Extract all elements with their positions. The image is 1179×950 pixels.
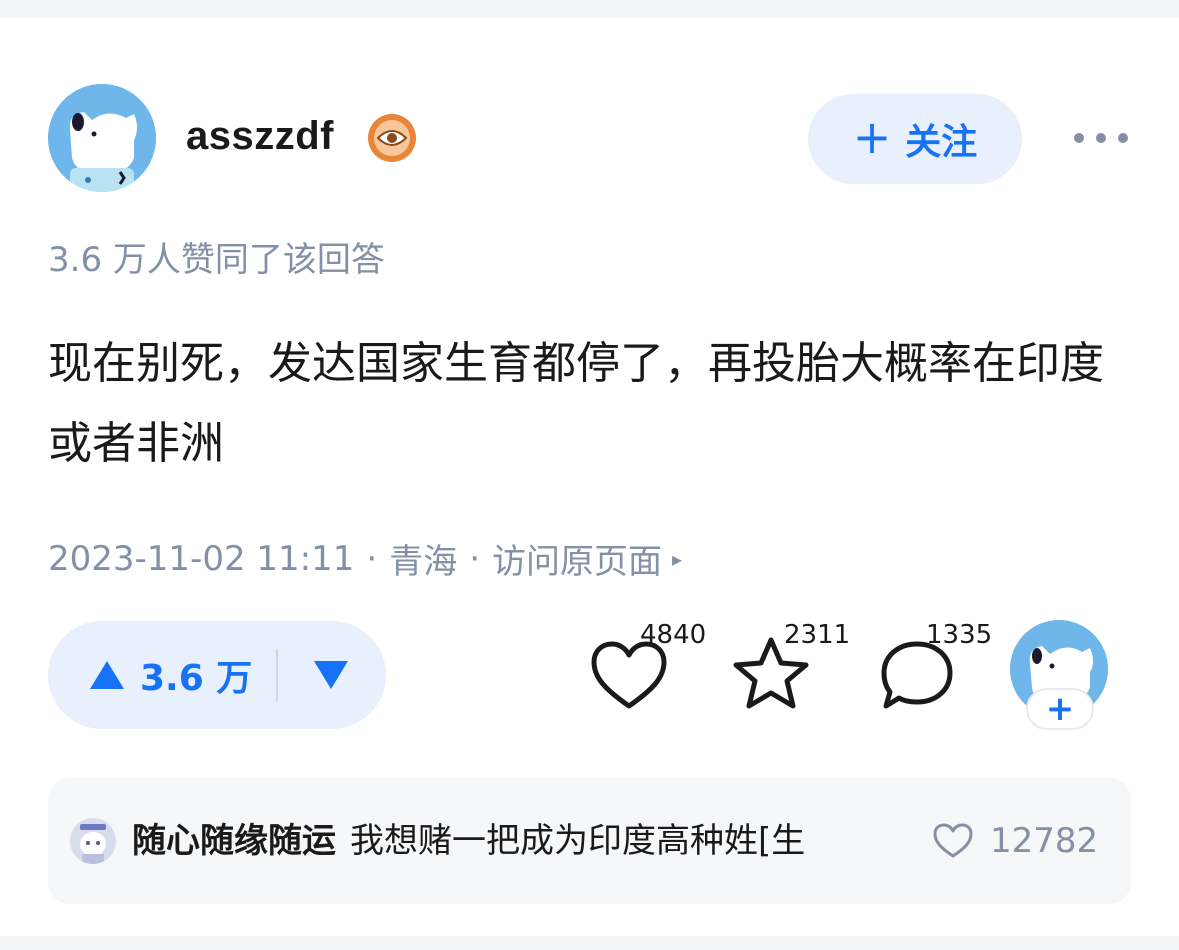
author-username[interactable]: asszzdf <box>186 114 334 159</box>
more-dots-icon[interactable] <box>1074 118 1128 158</box>
downvote-button[interactable] <box>306 621 356 729</box>
comment-button[interactable]: 1335 <box>878 618 998 718</box>
triangle-down-icon <box>314 661 348 689</box>
view-original-link[interactable]: 访问原页面 <box>492 534 662 583</box>
vote-control: 3.6 万 <box>48 621 386 729</box>
author-avatar[interactable] <box>48 84 156 192</box>
favorite-count: 2311 <box>784 620 851 650</box>
upvote-summary: 3.6 万人赞同了该回答 <box>48 240 385 280</box>
heart-icon <box>591 641 667 709</box>
comment-content: 随心随缘随运 我想赌一把成为印度高种姓[生 <box>132 816 922 866</box>
meta-separator: · <box>366 538 378 579</box>
comment-fade <box>868 816 924 866</box>
answer-card: asszzdf + 关注 3.6 万人赞同了该回答 现在别死，发达国家生育都停了… <box>0 18 1179 936</box>
comment-like-button[interactable]: 12782 <box>932 816 1098 866</box>
link-arrow-icon: ▸ <box>672 546 683 571</box>
follow-button[interactable]: + 关注 <box>808 94 1022 184</box>
vote-divider <box>276 649 278 701</box>
comment-body: 我想赌一把成为印度高种姓[生 <box>350 821 806 861</box>
comment-like-count: 12782 <box>990 821 1099 861</box>
answer-meta: 2023-11-02 11:11 · 青海 · 访问原页面 ▸ <box>48 534 682 583</box>
top-comment[interactable]: 随心随缘随运 我想赌一把成为印度高种姓[生 12782 <box>48 778 1131 904</box>
like-count: 4840 <box>640 620 707 650</box>
triangle-up-icon <box>90 661 124 689</box>
favorite-button[interactable]: 2311 <box>732 618 852 718</box>
comment-bubble-icon <box>881 641 953 709</box>
post-datetime: 2023-11-02 11:11 <box>48 538 355 579</box>
upvote-count: 3.6 万 <box>140 658 253 699</box>
commenter-username[interactable]: 随心随缘随运 <box>132 821 336 861</box>
upvote-button[interactable]: 3.6 万 <box>88 621 252 729</box>
follow-label: 关注 <box>905 122 978 163</box>
like-button[interactable]: 4840 <box>588 618 718 718</box>
commenter-avatar[interactable] <box>70 818 116 864</box>
plus-icon: + <box>852 110 892 164</box>
meta-separator: · <box>469 538 481 579</box>
heart-icon <box>933 823 973 858</box>
author-follow-plus-button[interactable]: + <box>1026 688 1094 730</box>
post-location: 青海 <box>389 542 458 582</box>
eye-badge-icon <box>366 112 418 164</box>
answer-text: 现在别死，发达国家生育都停了，再投胎大概率在印度或者非洲 <box>48 338 1104 469</box>
comment-count: 1335 <box>926 620 993 650</box>
